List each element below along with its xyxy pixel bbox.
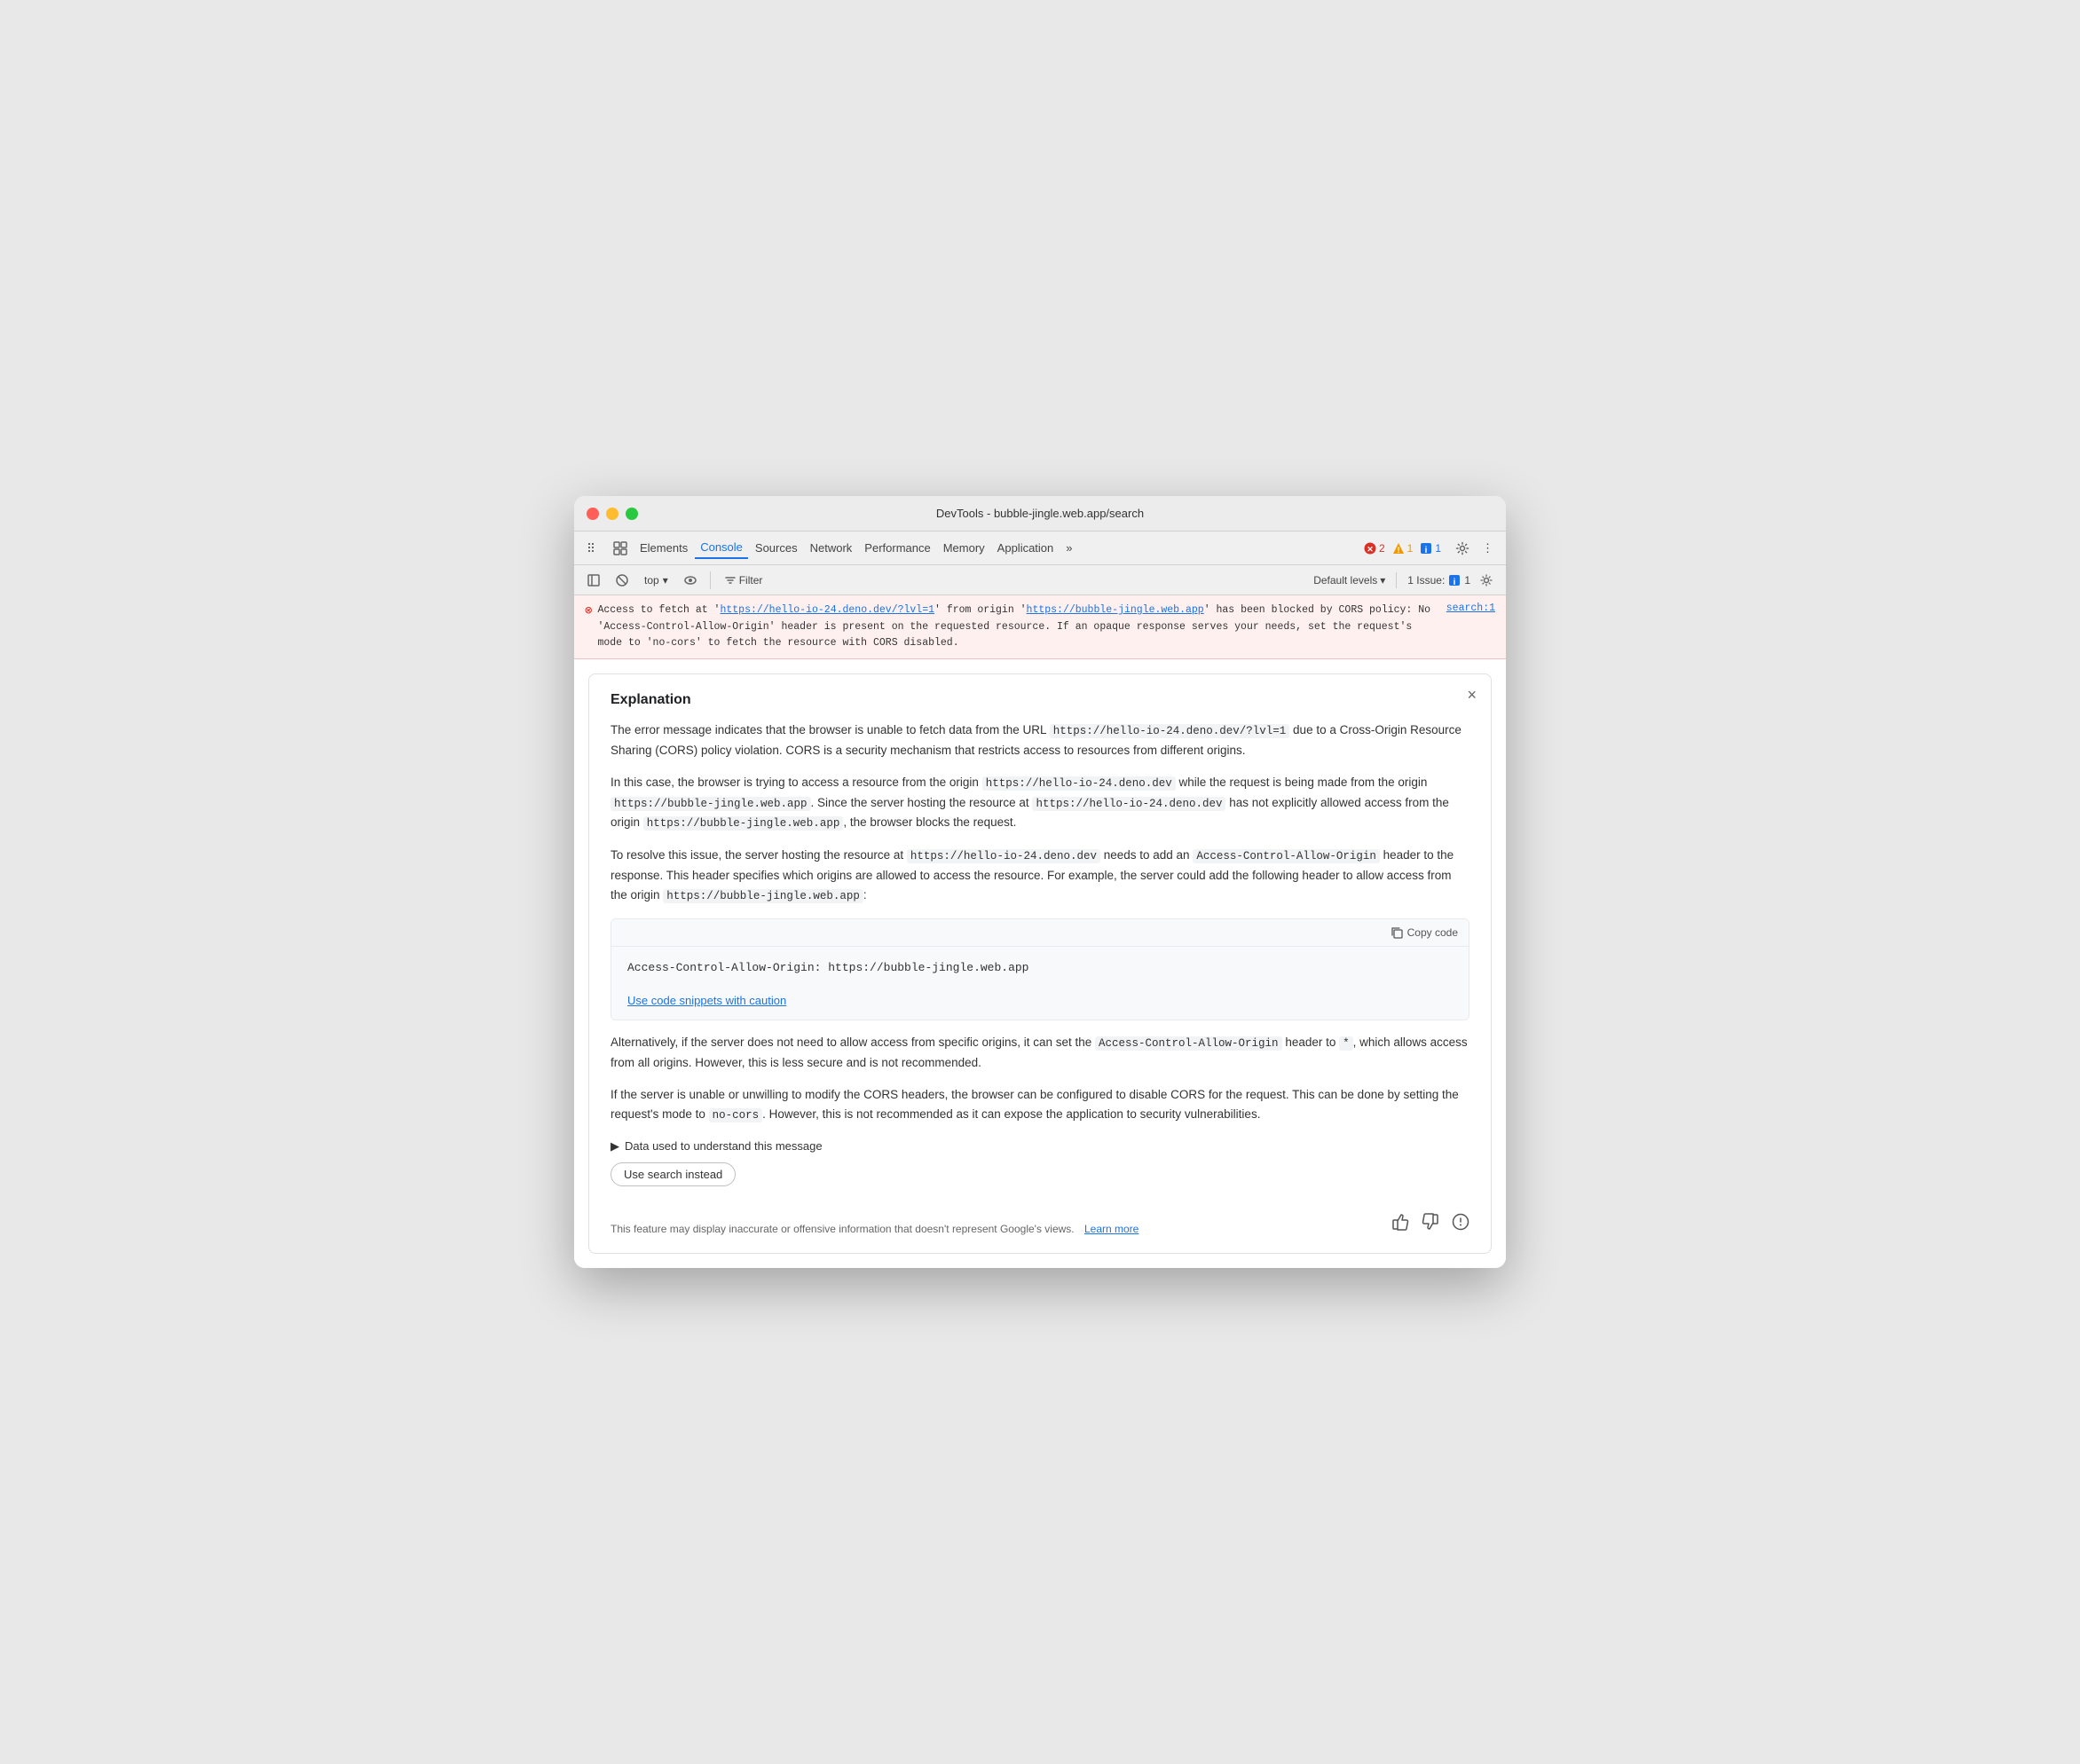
tab-more[interactable]: » [1060, 538, 1077, 558]
eye-btn[interactable] [678, 571, 703, 589]
data-toggle[interactable]: ▶ Data used to understand this message [611, 1139, 1469, 1154]
thumbs-down-btn[interactable] [1422, 1213, 1439, 1235]
devtools-window: DevTools - bubble-jingle.web.app/search … [574, 496, 1506, 1268]
issue-count-icon: i [1448, 574, 1461, 587]
content-area: ⊗ Access to fetch at 'https://hello-io-2… [574, 595, 1506, 1268]
toolbar2-divider [1396, 572, 1397, 588]
warning-triangle-icon: ! [1392, 542, 1405, 555]
error-icon: ⊗ [585, 603, 592, 651]
explanation-para5: If the server is unable or unwilling to … [611, 1085, 1469, 1125]
caution-link[interactable]: Use code snippets with caution [611, 988, 1469, 1020]
error-bar: ⊗ Access to fetch at 'https://hello-io-2… [574, 595, 1506, 659]
thumbs-up-btn[interactable] [1391, 1213, 1409, 1235]
filter-btn[interactable]: Filter [718, 571, 770, 589]
console-toolbar: top ▾ Filter Default levels ▾ 1 Issue: [574, 565, 1506, 595]
error-circle-icon: ✕ [1364, 542, 1376, 555]
minimize-traffic-light[interactable] [606, 508, 618, 520]
explanation-para4: Alternatively, if the server does not ne… [611, 1033, 1469, 1073]
para3-code3: https://bubble-jingle.web.app [663, 889, 863, 903]
learn-more-link[interactable]: Learn more [1084, 1223, 1138, 1235]
tab-console[interactable]: Console [695, 537, 748, 559]
explanation-para2: In this case, the browser is trying to a… [611, 773, 1469, 833]
gear-icon [1455, 541, 1469, 555]
para3-code1: https://hello-io-24.deno.dev [907, 849, 1100, 863]
more-options-btn[interactable]: ⋮ [1477, 538, 1499, 559]
error-source-link[interactable]: search:1 [1446, 602, 1495, 651]
sidebar-icon [587, 574, 600, 587]
cursor-icon-btn[interactable] [581, 538, 606, 559]
code-snippet: Access-Control-Allow-Origin: https://bub… [611, 947, 1469, 989]
tab-sources[interactable]: Sources [750, 538, 803, 558]
disclaimer-text: This feature may display inaccurate or o… [611, 1223, 1138, 1235]
close-explanation-btn[interactable]: × [1467, 687, 1477, 703]
explanation-box: Explanation × The error message indicate… [588, 673, 1492, 1254]
error-url1-link[interactable]: https://hello-io-24.deno.dev/?lvl=1 [720, 604, 934, 616]
sidebar-toggle-btn[interactable] [581, 571, 606, 589]
issues-badge[interactable]: i 1 [1420, 542, 1441, 555]
close-traffic-light[interactable] [587, 508, 599, 520]
para2-code3: https://hello-io-24.deno.dev [1032, 797, 1225, 811]
disclaimer-row: This feature may display inaccurate or o… [611, 1213, 1469, 1235]
settings-btn[interactable] [1450, 538, 1475, 559]
code-header: Copy code [611, 919, 1469, 947]
titlebar: DevTools - bubble-jingle.web.app/search [574, 496, 1506, 532]
para2-code1: https://hello-io-24.deno.dev [982, 776, 1176, 791]
use-search-btn[interactable]: Use search instead [611, 1162, 736, 1186]
code-block: Copy code Access-Control-Allow-Origin: h… [611, 918, 1469, 1021]
svg-text:✕: ✕ [1367, 545, 1374, 554]
para1-code: https://hello-io-24.deno.dev/?lvl=1 [1050, 724, 1290, 738]
svg-text:i: i [1454, 578, 1456, 587]
thumbs-down-icon [1422, 1213, 1439, 1231]
eye-icon [684, 574, 697, 587]
para4-code1: Access-Control-Allow-Origin [1095, 1036, 1282, 1051]
window-title: DevTools - bubble-jingle.web.app/search [936, 507, 1144, 520]
para5-code: no-cors [709, 1108, 763, 1122]
svg-text:!: ! [1397, 546, 1399, 555]
issues-icon: i [1420, 542, 1432, 555]
filter-icon [725, 575, 736, 586]
console-gear-icon [1480, 574, 1493, 587]
explanation-title: Explanation [611, 692, 1469, 708]
copy-code-btn[interactable]: Copy code [1391, 926, 1458, 939]
main-tabs: Elements Console Sources Network Perform… [574, 532, 1506, 565]
error-badge[interactable]: ✕ 2 [1364, 542, 1385, 555]
maximize-traffic-light[interactable] [626, 508, 638, 520]
inspect-element-btn[interactable] [608, 538, 633, 559]
top-context-btn[interactable]: top ▾ [638, 571, 674, 589]
tab-application[interactable]: Application [992, 538, 1060, 558]
svg-text:i: i [1425, 546, 1428, 555]
explanation-para1: The error message indicates that the bro… [611, 721, 1469, 760]
cursor-icon [587, 541, 601, 555]
error-text: Access to fetch at 'https://hello-io-24.… [597, 602, 1440, 651]
explanation-para3: To resolve this issue, the server hostin… [611, 846, 1469, 906]
para3-code2: Access-Control-Allow-Origin [1193, 849, 1380, 863]
tab-network[interactable]: Network [805, 538, 858, 558]
feedback-icons [1391, 1213, 1469, 1235]
report-icon [1452, 1213, 1469, 1231]
para2-code2: https://bubble-jingle.web.app [611, 797, 811, 811]
copy-icon [1391, 926, 1403, 939]
tab-elements[interactable]: Elements [634, 538, 693, 558]
error-url2-link[interactable]: https://bubble-jingle.web.app [1027, 604, 1204, 616]
inspect-icon [613, 541, 627, 555]
report-btn[interactable] [1452, 1213, 1469, 1235]
warning-badge[interactable]: ! 1 [1392, 542, 1414, 555]
traffic-lights [587, 508, 638, 520]
clear-icon [616, 574, 628, 587]
console-settings-btn[interactable] [1474, 571, 1499, 589]
tab-performance[interactable]: Performance [859, 538, 935, 558]
thumbs-up-icon [1391, 1213, 1409, 1231]
toolbar-divider [710, 571, 711, 589]
clear-console-btn[interactable] [610, 571, 634, 589]
para4-code2: * [1339, 1036, 1353, 1051]
issue-count[interactable]: 1 Issue: i 1 [1407, 574, 1470, 587]
default-levels-btn[interactable]: Default levels ▾ [1313, 574, 1385, 587]
tab-memory[interactable]: Memory [938, 538, 990, 558]
para2-code4: https://bubble-jingle.web.app [643, 816, 844, 831]
